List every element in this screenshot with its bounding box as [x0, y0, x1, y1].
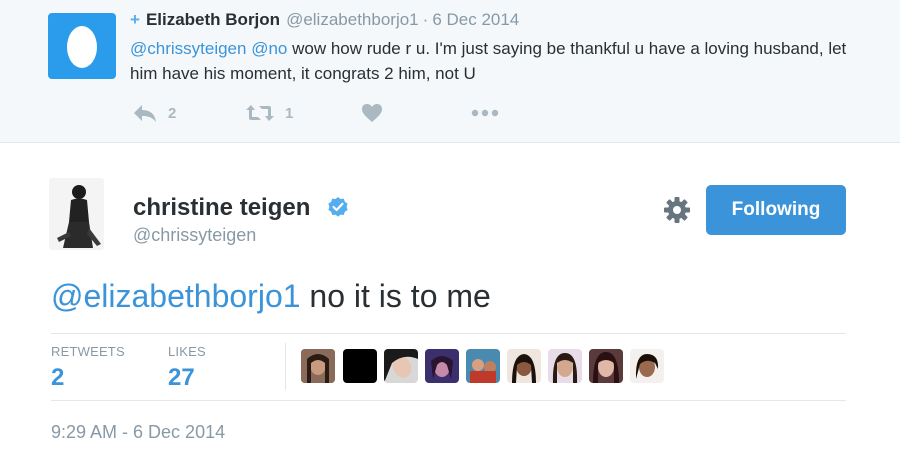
liker-avatar[interactable] [384, 349, 418, 383]
author-avatar[interactable] [49, 178, 104, 250]
mention-link-elizabethborjo1[interactable]: @elizabethborjo1 [51, 278, 301, 314]
liker-avatar[interactable] [507, 349, 541, 383]
likes-count[interactable]: 27 [168, 364, 195, 392]
reply-author-handle[interactable]: @elizabethborjo1 [286, 10, 419, 29]
reply-date[interactable]: 6 Dec 2014 [432, 10, 519, 29]
reply-header: + Elizabeth Borjon @elizabethborjo1 · 6 Dec … [130, 10, 519, 30]
egg-avatar-icon[interactable] [48, 13, 116, 79]
author-handle[interactable]: @chrissyteigen [133, 225, 256, 246]
follow-plus-icon[interactable]: + [130, 10, 140, 29]
verified-badge-icon [327, 196, 349, 223]
stats-separator [285, 343, 286, 390]
reply-separator: · [422, 10, 429, 29]
author-name[interactable]: christine teigen [133, 194, 310, 222]
divider [51, 400, 846, 401]
likes-label[interactable]: LIKES [168, 344, 206, 359]
liker-avatar[interactable] [425, 349, 459, 383]
retweets-label[interactable]: RETWEETS [51, 344, 125, 359]
retweet-button[interactable]: 1 [245, 103, 293, 123]
main-body-text: no it is to me [300, 278, 491, 314]
retweet-count: 1 [285, 104, 294, 122]
heart-icon [361, 103, 383, 123]
reply-button[interactable]: 2 [132, 103, 176, 123]
reply-icon [132, 103, 158, 123]
gear-icon[interactable] [663, 196, 691, 229]
following-button[interactable]: Following [706, 185, 846, 235]
main-tweet-text: @elizabethborjo1 no it is to me [51, 278, 491, 315]
retweet-icon [245, 103, 275, 123]
liker-avatar[interactable] [630, 349, 664, 383]
divider [51, 333, 846, 334]
reply-actions-bar: 2 1 [0, 103, 900, 127]
mention-link-no[interactable]: @no [251, 39, 287, 58]
liker-avatar[interactable] [466, 349, 500, 383]
liker-avatar[interactable] [548, 349, 582, 383]
reply-tweet-text: @chrissyteigen @no wow how rude r u. I'm… [130, 36, 850, 86]
liker-avatar[interactable] [301, 349, 335, 383]
reply-tweet: + Elizabeth Borjon @elizabethborjo1 · 6 Dec … [0, 0, 900, 143]
liker-avatar[interactable] [343, 349, 377, 383]
retweets-count[interactable]: 2 [51, 364, 64, 392]
like-button[interactable] [361, 103, 383, 123]
more-button[interactable] [471, 103, 499, 123]
liker-avatar[interactable] [589, 349, 623, 383]
reply-author-name[interactable]: Elizabeth Borjon [146, 10, 280, 29]
reply-count: 2 [168, 104, 177, 122]
tweet-timestamp[interactable]: 9:29 AM - 6 Dec 2014 [51, 422, 225, 443]
mention-link-chrissyteigen[interactable]: @chrissyteigen [130, 39, 246, 58]
more-icon [471, 103, 499, 123]
